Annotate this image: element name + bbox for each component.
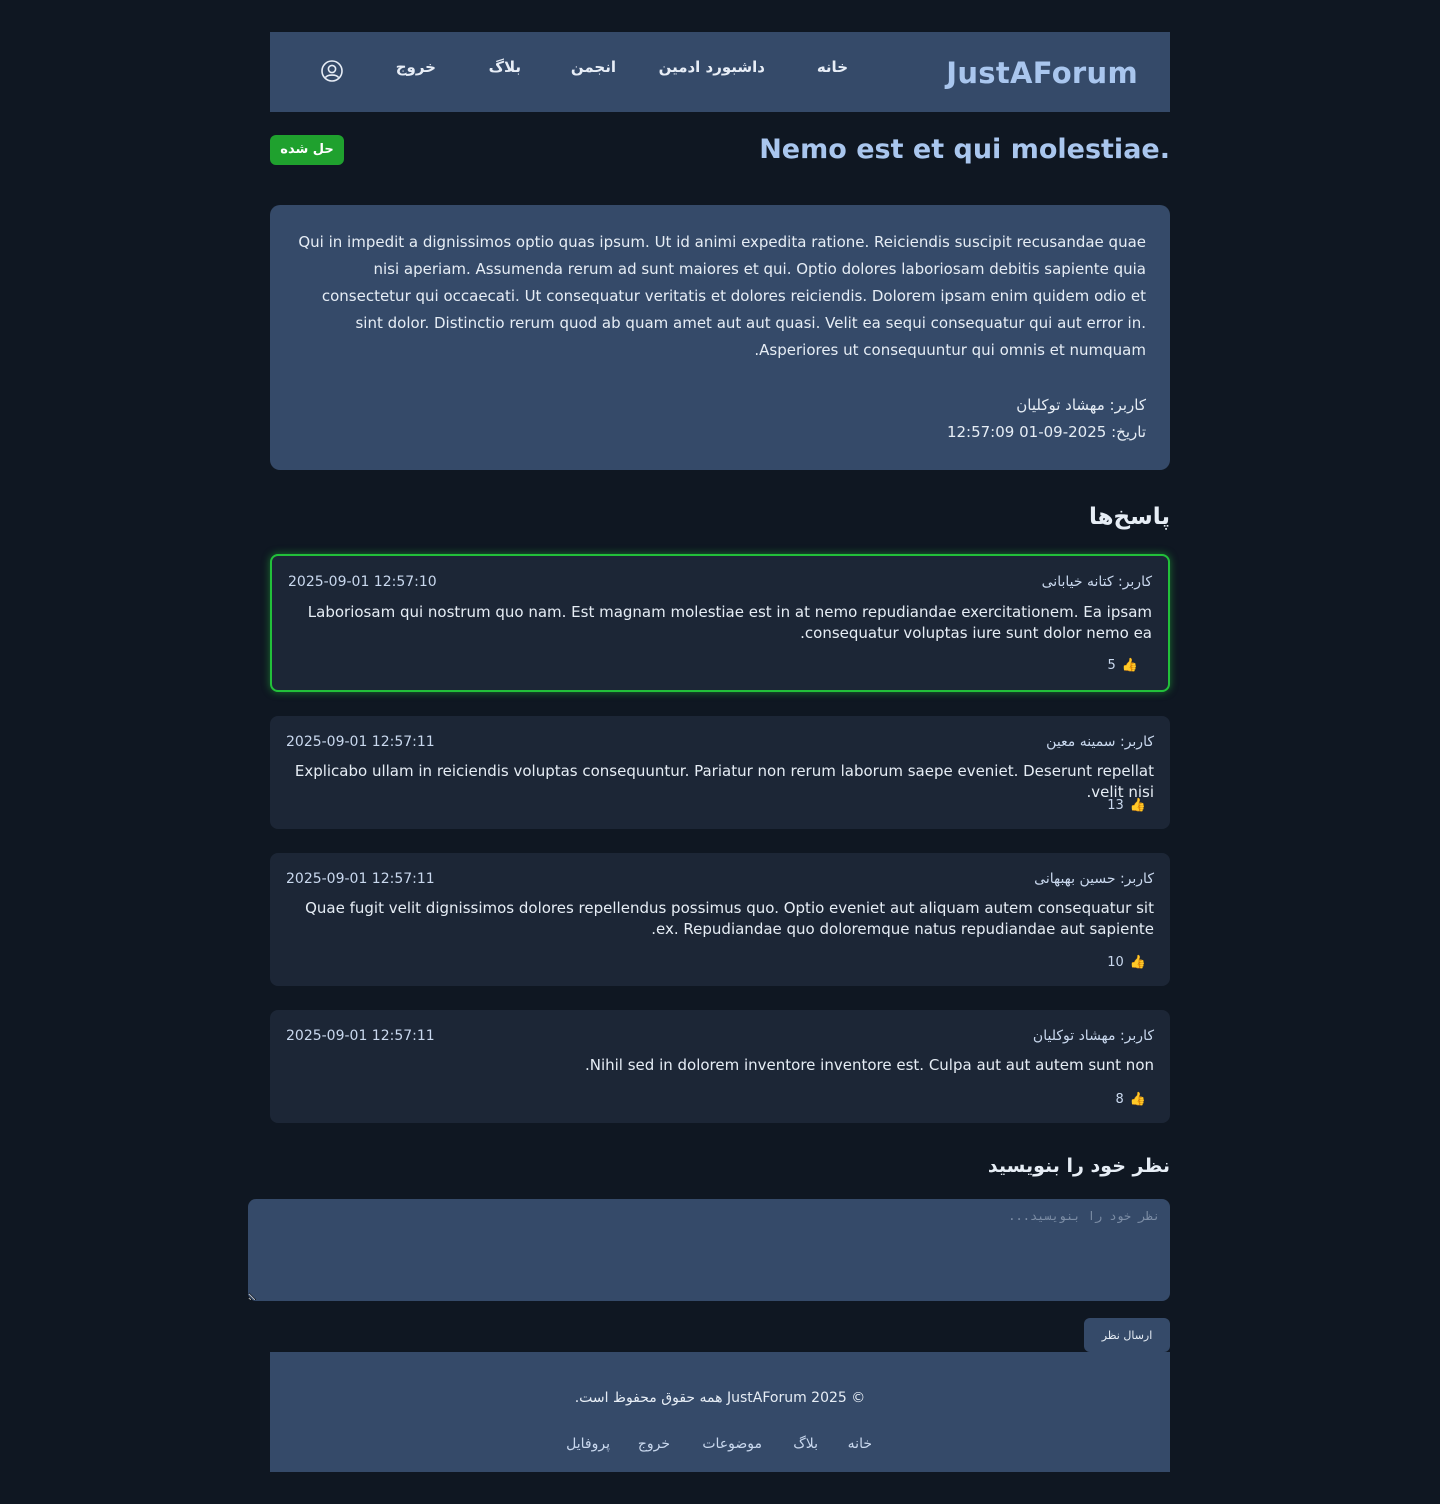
topic-date: تاریخ: 2025-09-01 12:57:09 bbox=[946, 423, 1146, 441]
like-count: 13 bbox=[1107, 798, 1124, 813]
nav-forum-link[interactable]: انجمن bbox=[571, 58, 616, 76]
site-footer: © 2025 JustAForum همه حقوق محفوظ است. خا… bbox=[270, 1352, 1170, 1472]
footer-home-link[interactable]: خانه bbox=[848, 1436, 872, 1452]
site-header: JustAForum خانه داشبورد ادمین انجمن بلاگ… bbox=[270, 32, 1170, 112]
like-button[interactable]: 👍 10 bbox=[1107, 955, 1146, 970]
comment-textarea[interactable] bbox=[248, 1199, 1170, 1301]
reply-card-accepted: کاربر: کتانه خیابانی 2025-09-01 12:57:10… bbox=[270, 554, 1170, 692]
reply-card: کاربر: سمینه معین 2025-09-01 12:57:11 Ex… bbox=[270, 716, 1170, 829]
reply-text: Laboriosam qui nostrum quo nam. Est magn… bbox=[307, 603, 1152, 642]
reply-date: 2025-09-01 12:57:11 bbox=[286, 734, 435, 750]
footer-copyright: © 2025 JustAForum همه حقوق محفوظ است. bbox=[574, 1390, 866, 1406]
reply-card: کاربر: حسین بهبهانی 2025-09-01 12:57:11 … bbox=[270, 853, 1170, 986]
reply-author: کاربر: حسین بهبهانی bbox=[1034, 871, 1154, 887]
footer-profile-link[interactable]: پروفایل bbox=[566, 1436, 610, 1452]
footer-links: خانه بلاگ موضوعات خروج پروفایل bbox=[270, 1436, 1170, 1456]
like-count: 5 bbox=[1107, 658, 1116, 673]
thumbs-up-icon: 👍 bbox=[1129, 1092, 1146, 1107]
reply-date: 2025-09-01 12:57:10 bbox=[288, 574, 437, 590]
reply-date: 2025-09-01 12:57:11 bbox=[286, 1028, 435, 1044]
thumbs-up-icon: 👍 bbox=[1121, 658, 1138, 673]
submit-comment-button[interactable]: ارسال نظر bbox=[1084, 1318, 1170, 1352]
footer-topics-link[interactable]: موضوعات bbox=[702, 1436, 762, 1452]
nav-blog-link[interactable]: بلاگ bbox=[489, 58, 521, 76]
reply-author: کاربر: کتانه خیابانی bbox=[1041, 574, 1152, 590]
reply-date: 2025-09-01 12:57:11 bbox=[286, 871, 435, 887]
reply-author: کاربر: سمینه معین bbox=[1046, 734, 1154, 750]
nav-home-link[interactable]: خانه bbox=[817, 58, 848, 76]
reply-text: Explicabo ullam in reiciendis voluptas c… bbox=[294, 762, 1154, 801]
nav-logout-link[interactable]: خروج bbox=[396, 58, 436, 76]
reply-card: کاربر: مهشاد توکلیان 2025-09-01 12:57:11… bbox=[270, 1010, 1170, 1123]
topic-title: .Nemo est et qui molestiae bbox=[759, 134, 1170, 165]
topic-post: Qui in impedit a dignissimos optio quas … bbox=[270, 205, 1170, 470]
like-count: 8 bbox=[1115, 1092, 1124, 1107]
like-button[interactable]: 👍 13 bbox=[1107, 798, 1146, 813]
topic-meta: کاربر: مهشاد توکلیان تاریخ: 2025-09-01 1… bbox=[296, 392, 1146, 446]
user-circle-icon[interactable] bbox=[320, 59, 344, 83]
thumbs-up-icon: 👍 bbox=[1129, 798, 1146, 813]
like-button[interactable]: 👍5 bbox=[1108, 658, 1138, 673]
thumbs-up-icon: 👍 bbox=[1129, 955, 1146, 970]
like-count: 10 bbox=[1107, 955, 1124, 970]
reply-text: Quae fugit velit dignissimos dolores rep… bbox=[305, 899, 1154, 938]
solved-status-badge: حل شده bbox=[270, 135, 344, 165]
footer-logout-link[interactable]: خروج bbox=[638, 1436, 670, 1452]
replies-heading: پاسخ‌ها bbox=[1088, 504, 1170, 530]
topic-author: کاربر: مهشاد توکلیان bbox=[1016, 396, 1146, 414]
reply-author: کاربر: مهشاد توکلیان bbox=[1032, 1028, 1154, 1044]
topic-body: Qui in impedit a dignissimos optio quas … bbox=[298, 233, 1146, 359]
comment-form-heading: نظر خود را بنویسید bbox=[987, 1155, 1170, 1177]
footer-blog-link[interactable]: بلاگ bbox=[793, 1436, 818, 1452]
reply-text: Nihil sed in dolorem inventore inventore… bbox=[584, 1056, 1154, 1074]
nav-admin-dashboard-link[interactable]: داشبورد ادمین bbox=[659, 58, 765, 76]
site-logo[interactable]: JustAForum bbox=[946, 56, 1138, 90]
like-button[interactable]: 👍8 bbox=[1116, 1092, 1146, 1107]
